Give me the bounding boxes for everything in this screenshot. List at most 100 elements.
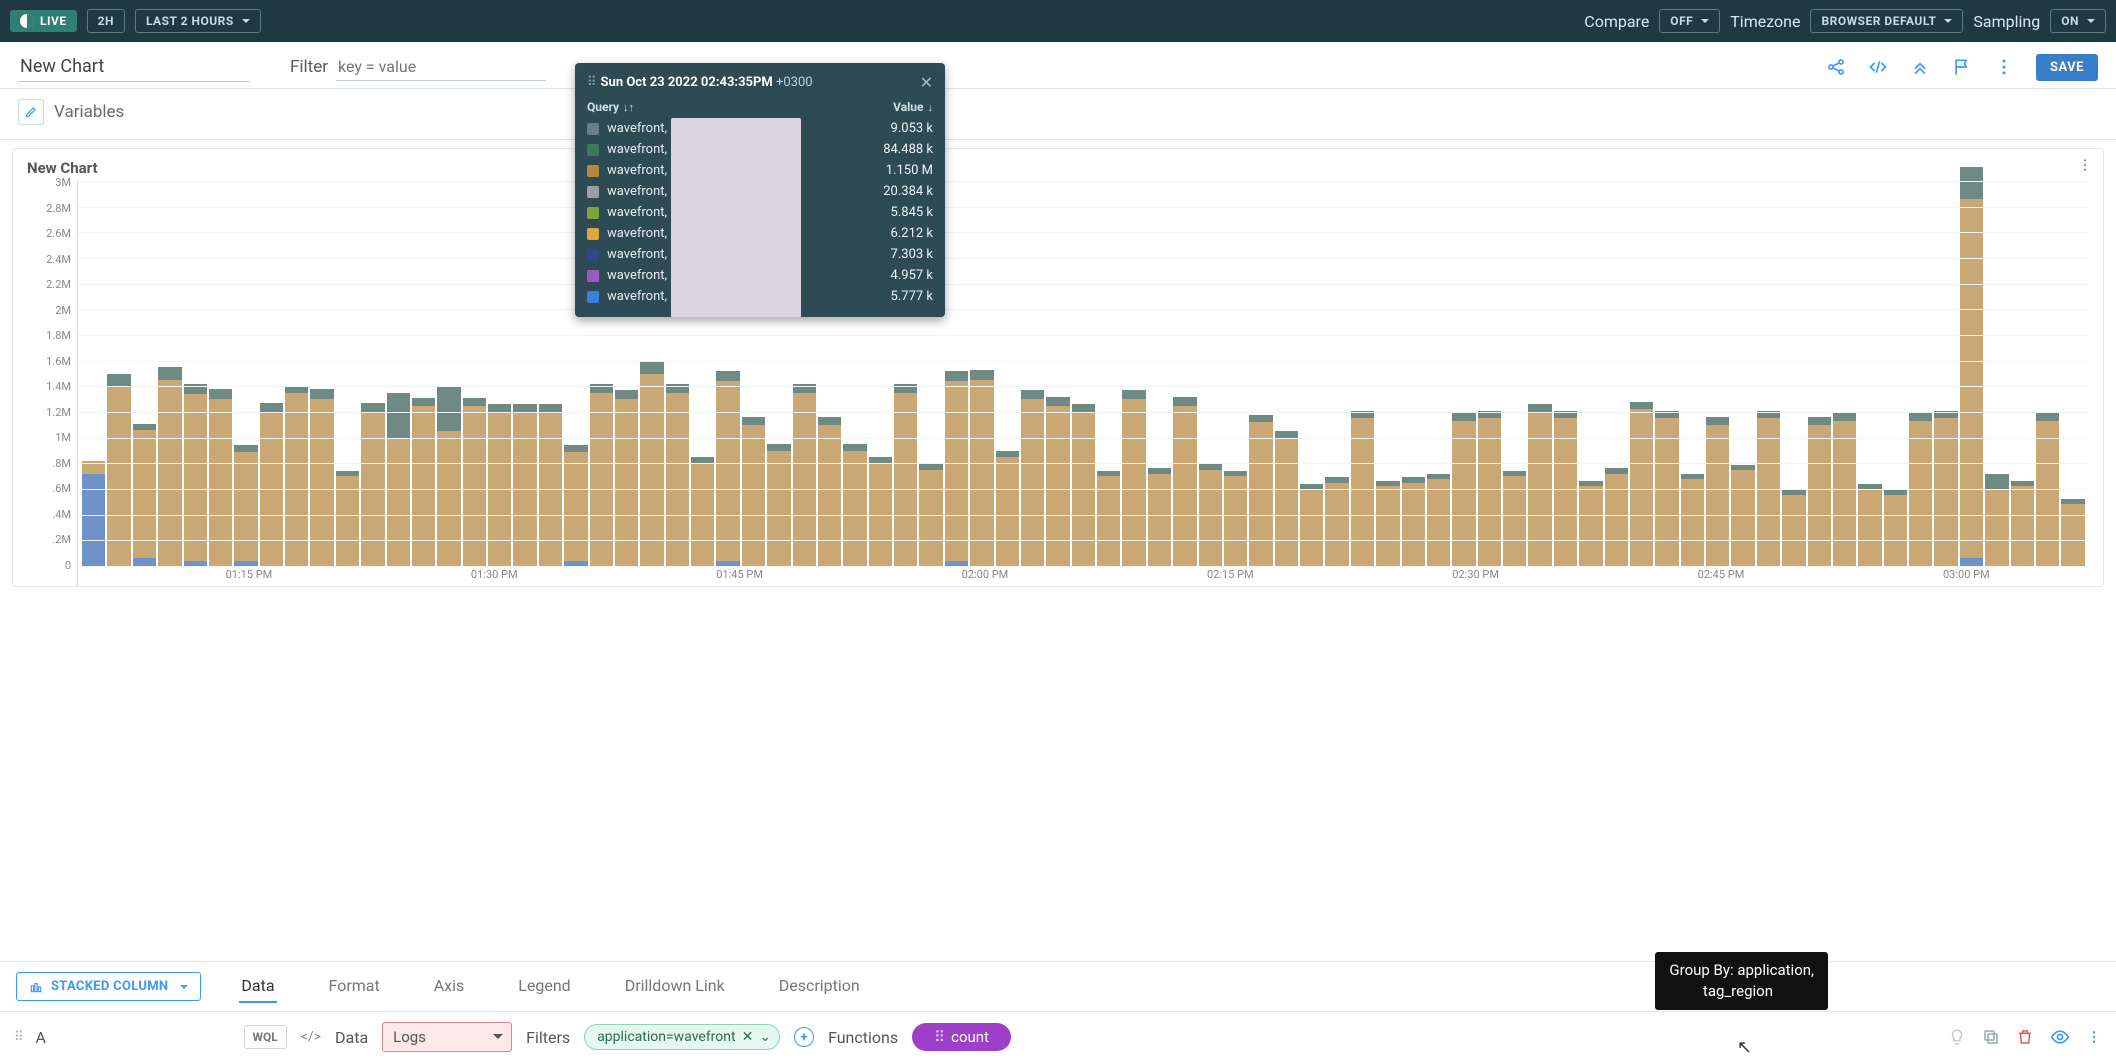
- sort-icon[interactable]: ↓↑: [623, 101, 634, 114]
- copy-icon[interactable]: [1982, 1028, 2000, 1046]
- tooltip-row-value: 9.053 k: [863, 121, 933, 136]
- more-icon[interactable]: [2086, 1029, 2102, 1045]
- bar[interactable]: [1884, 490, 1907, 566]
- share-icon[interactable]: [1826, 57, 1846, 77]
- bar[interactable]: [260, 403, 283, 566]
- bar[interactable]: [945, 371, 968, 566]
- bar[interactable]: [488, 404, 511, 566]
- bar[interactable]: [1427, 474, 1450, 566]
- bar[interactable]: [1985, 474, 2008, 566]
- bar[interactable]: [1681, 474, 1704, 566]
- function-chip[interactable]: ⠿ count: [912, 1023, 1011, 1051]
- tabs-row: STACKED COLUMN Data Format Axis Legend Drill…: [0, 961, 2116, 1003]
- sort-desc-icon[interactable]: ↓: [928, 101, 934, 114]
- tab-description[interactable]: Description: [777, 970, 862, 1003]
- bar[interactable]: [539, 404, 562, 566]
- bar[interactable]: [1376, 481, 1399, 566]
- bar[interactable]: [336, 471, 359, 566]
- range-2h-button[interactable]: 2H: [87, 9, 125, 33]
- tab-data[interactable]: Data: [239, 970, 276, 1003]
- delete-icon[interactable]: [2016, 1028, 2034, 1046]
- chart-name-input[interactable]: [18, 52, 250, 82]
- bar[interactable]: [437, 386, 460, 566]
- bar[interactable]: [1960, 167, 1983, 566]
- bar[interactable]: [818, 417, 841, 566]
- more-icon[interactable]: [1994, 57, 2014, 77]
- bar[interactable]: [1224, 471, 1247, 566]
- remove-filter-icon[interactable]: ✕: [742, 1029, 754, 1045]
- query-row-actions: [1948, 1027, 2102, 1047]
- drag-handle-icon[interactable]: ⠿: [934, 1028, 943, 1046]
- bar[interactable]: [1097, 471, 1120, 566]
- lightbulb-icon[interactable]: [1948, 1028, 1966, 1046]
- timezone-dropdown[interactable]: BROWSER DEFAULT: [1810, 9, 1963, 33]
- bar[interactable]: [996, 451, 1019, 566]
- plot-area[interactable]: 01:15 PM01:30 PM01:45 PM02:00 PM02:15 PM…: [77, 181, 2089, 586]
- bar[interactable]: [1630, 402, 1653, 566]
- bar[interactable]: [1325, 477, 1348, 566]
- bar[interactable]: [361, 403, 384, 566]
- bar[interactable]: [82, 461, 105, 566]
- collapse-up-icon[interactable]: [1910, 57, 1930, 77]
- tab-drilldown-link[interactable]: Drilldown Link: [623, 970, 727, 1003]
- tab-format[interactable]: Format: [327, 970, 382, 1003]
- bar[interactable]: [970, 370, 993, 566]
- bar[interactable]: [742, 417, 765, 566]
- tooltip-timestamp: Sun Oct 23 2022 02:43:35PM +0300: [601, 75, 813, 90]
- chart-tooltip[interactable]: ⠿ Sun Oct 23 2022 02:43:35PM +0300 ✕ Que…: [575, 63, 945, 317]
- filter-chip-label: application=wavefront: [597, 1029, 735, 1045]
- filter-chip[interactable]: application=wavefront ✕ ⌄: [584, 1024, 780, 1050]
- bar[interactable]: [2011, 481, 2034, 566]
- code-toggle-icon[interactable]: </>: [301, 1029, 321, 1045]
- bar[interactable]: [1072, 404, 1095, 566]
- bar[interactable]: [1402, 477, 1425, 566]
- bar[interactable]: [1782, 490, 1805, 566]
- bar[interactable]: [1605, 468, 1628, 566]
- bar[interactable]: [2061, 499, 2084, 566]
- tab-axis[interactable]: Axis: [432, 970, 467, 1003]
- close-icon[interactable]: ✕: [920, 73, 933, 92]
- bar[interactable]: [869, 457, 892, 566]
- bar[interactable]: [158, 367, 181, 566]
- chart-menu-icon[interactable]: [2077, 157, 2093, 173]
- flag-icon[interactable]: [1952, 57, 1972, 77]
- chart-plot[interactable]: 3M2.8M2.6M2.4M2.2M2M1.8M1.6M1.4M1.2M1M.8…: [27, 181, 2089, 586]
- bar[interactable]: [1503, 471, 1526, 566]
- bar[interactable]: [133, 424, 156, 566]
- chart-type-dropdown[interactable]: STACKED COLUMN: [16, 972, 201, 1001]
- sampling-label: Sampling: [1973, 12, 2040, 31]
- bar[interactable]: [1808, 417, 1831, 566]
- bar[interactable]: [691, 457, 714, 566]
- filter-input[interactable]: [336, 53, 546, 81]
- bar[interactable]: [716, 371, 739, 566]
- visibility-icon[interactable]: [2050, 1027, 2070, 1047]
- filter-label: Filter: [290, 57, 328, 77]
- query-name[interactable]: A: [36, 1028, 56, 1047]
- tooltip-columns: Query↓↑ Value↓: [575, 98, 945, 118]
- bar[interactable]: [1275, 431, 1298, 566]
- drag-handle-icon[interactable]: ⠿: [14, 1030, 22, 1045]
- bar[interactable]: [1300, 484, 1323, 566]
- chevron-down-icon[interactable]: ⌄: [759, 1029, 771, 1045]
- drag-handle-icon[interactable]: ⠿: [587, 75, 595, 90]
- bar[interactable]: [1528, 404, 1551, 566]
- code-icon[interactable]: [1868, 57, 1888, 77]
- compare-dropdown[interactable]: OFF: [1659, 9, 1720, 33]
- chart-card: New Chart 3M2.8M2.6M2.4M2.2M2M1.8M1.6M1.…: [12, 148, 2104, 587]
- bar[interactable]: [513, 404, 536, 566]
- wql-button[interactable]: WQL: [244, 1025, 287, 1049]
- bar[interactable]: [107, 374, 130, 566]
- data-source-select[interactable]: Logs: [382, 1022, 512, 1052]
- bar[interactable]: [1148, 468, 1171, 566]
- bar[interactable]: [1579, 481, 1602, 566]
- range-dropdown[interactable]: LAST 2 HOURS: [135, 9, 261, 33]
- tab-legend[interactable]: Legend: [516, 970, 572, 1003]
- save-button[interactable]: SAVE: [2036, 54, 2098, 81]
- edit-variables-button[interactable]: [18, 99, 44, 125]
- bar[interactable]: [1706, 417, 1729, 566]
- live-button[interactable]: LIVE: [10, 10, 77, 32]
- add-filter-button[interactable]: +: [794, 1027, 814, 1047]
- sampling-dropdown[interactable]: ON: [2050, 9, 2106, 33]
- bar[interactable]: [1858, 484, 1881, 566]
- bar[interactable]: [285, 386, 308, 566]
